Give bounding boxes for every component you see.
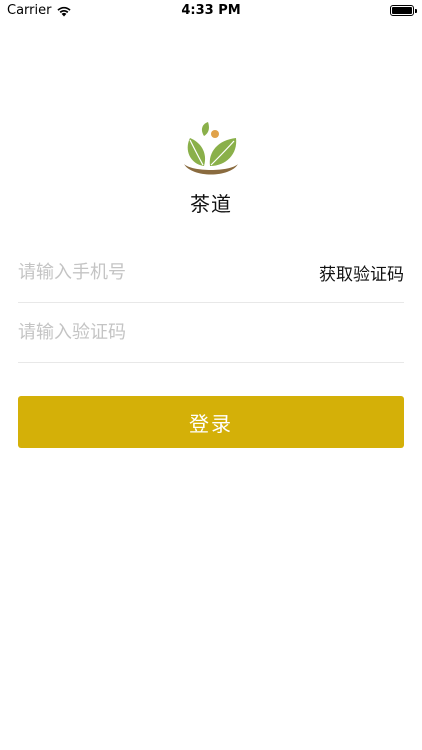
tea-leaf-logo-icon [184, 122, 238, 175]
code-row [18, 302, 404, 363]
phone-row: 获取验证码 [18, 242, 404, 303]
battery-tip [415, 9, 417, 13]
battery-icon [390, 5, 417, 16]
brand-block: 茶道 [0, 120, 422, 217]
get-code-button[interactable]: 获取验证码 [319, 260, 404, 285]
status-time: 4:33 PM [181, 3, 241, 18]
app-name: 茶道 [190, 192, 232, 216]
login-button[interactable]: 登录 [18, 396, 404, 448]
verification-code-input[interactable] [18, 321, 404, 343]
phone-input[interactable] [18, 261, 319, 283]
login-screen: Carrier 4:33 PM 茶道 请输入手机号 获取验证码 请输入验证码 登… [0, 0, 422, 750]
battery-level [392, 7, 412, 14]
status-bar: Carrier 4:33 PM [0, 0, 422, 22]
